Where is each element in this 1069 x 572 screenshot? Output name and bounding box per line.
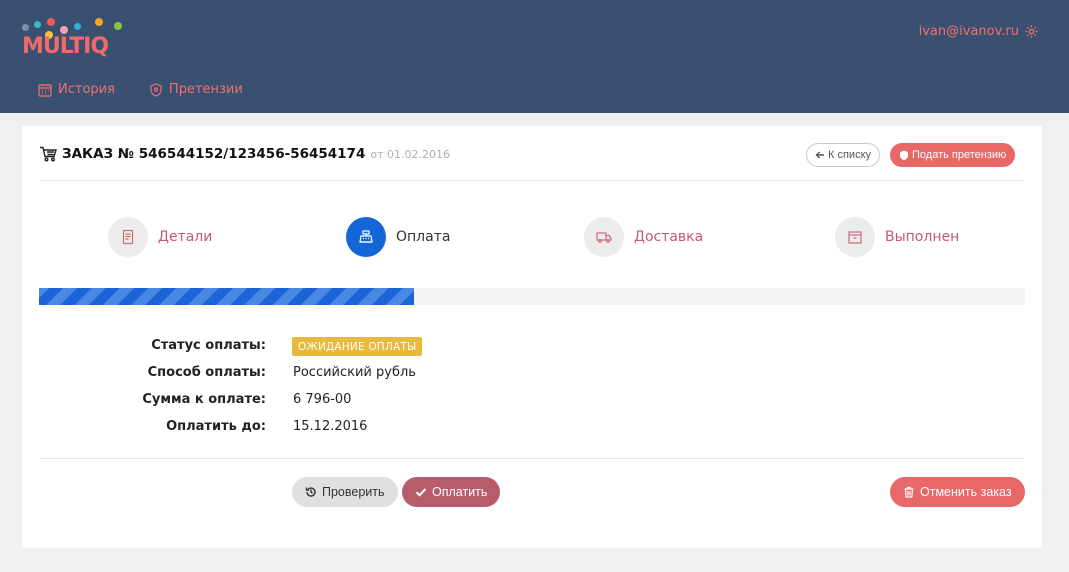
cancel-button-label: Отменить заказ xyxy=(920,485,1012,499)
order-header: ЗАКАЗ № 546544152/123456-56454174 от 01.… xyxy=(39,146,450,162)
progress-fill xyxy=(39,288,414,305)
payment-amount-row: Сумма к оплате: 6 796-00 xyxy=(22,392,1042,412)
payment-status-row: Статус оплаты: ОЖИДАНИЕ ОПЛАТЫ xyxy=(22,337,1042,358)
document-icon xyxy=(122,229,134,245)
nav-item-label: Претензии xyxy=(168,82,243,97)
step-delivery[interactable]: Доставка xyxy=(584,217,703,257)
payment-amount-value: 6 796-00 xyxy=(293,392,352,407)
payment-due-value: 15.12.2016 xyxy=(293,419,368,434)
user-email[interactable]: ivan@ivanov.ru xyxy=(919,24,1019,39)
user-menu[interactable]: ivan@ivanov.ru xyxy=(919,24,1039,39)
payment-amount-label: Сумма к оплате: xyxy=(142,392,266,407)
status-badge: ОЖИДАНИЕ ОПЛАТЫ xyxy=(292,337,423,356)
cart-icon xyxy=(40,146,57,162)
order-card: ЗАКАЗ № 546544152/123456-56454174 от 01.… xyxy=(22,126,1042,548)
order-progress-bar xyxy=(39,288,1025,305)
step-completed[interactable]: Выполнен xyxy=(835,217,959,257)
box-icon xyxy=(848,231,862,244)
step-circle xyxy=(346,217,386,257)
step-circle xyxy=(835,217,875,257)
payment-method-value: Российский рубль xyxy=(293,365,416,380)
step-payment[interactable]: Оплата xyxy=(346,217,450,257)
payment-method-label: Способ оплаты: xyxy=(147,365,266,380)
nav-item-label: История xyxy=(58,82,115,97)
step-details[interactable]: Детали xyxy=(108,217,212,257)
calendar-icon xyxy=(38,83,52,97)
cancel-order-button[interactable]: Отменить заказ xyxy=(890,477,1025,507)
back-button-label: К списку xyxy=(828,149,872,161)
gear-icon[interactable] xyxy=(1024,24,1039,39)
pay-button[interactable]: Оплатить xyxy=(402,477,501,507)
truck-icon xyxy=(596,232,612,243)
pay-button-label: Оплатить xyxy=(432,485,488,499)
shield-icon xyxy=(150,82,162,97)
app-header: MULTIQ ivan@ivanov.ru История Претензии xyxy=(0,0,1069,113)
logo-text: MULTIQ xyxy=(22,34,109,59)
payment-due-row: Оплатить до: 15.12.2016 xyxy=(22,419,1042,439)
brand-logo[interactable]: MULTIQ xyxy=(20,18,130,66)
history-icon xyxy=(305,487,316,497)
step-label: Оплата xyxy=(396,229,451,245)
trash-icon xyxy=(904,486,914,498)
payment-status-label: Статус оплаты: xyxy=(151,338,266,353)
check-button-label: Проверить xyxy=(322,485,385,499)
main-nav: История Претензии xyxy=(38,82,243,97)
checkmark-icon xyxy=(415,488,427,497)
step-label: Доставка xyxy=(634,229,704,245)
submit-claim-button[interactable]: Подать претензию xyxy=(890,143,1016,167)
nav-item-claims[interactable]: Претензии xyxy=(149,82,243,97)
order-date: от 01.02.2016 xyxy=(370,148,450,161)
order-title: ЗАКАЗ № 546544152/123456-56454174 xyxy=(62,146,366,162)
step-circle xyxy=(584,217,624,257)
nav-item-history[interactable]: История xyxy=(38,82,115,97)
claim-button-label: Подать претензию xyxy=(912,149,1007,161)
payment-method-row: Способ оплаты: Российский рубль xyxy=(22,365,1042,385)
back-to-list-button[interactable]: К списку xyxy=(806,143,881,167)
step-circle xyxy=(108,217,148,257)
actions-divider xyxy=(39,458,1025,459)
cash-register-icon xyxy=(359,230,373,243)
header-divider xyxy=(39,180,1025,181)
payment-due-label: Оплатить до: xyxy=(166,419,266,434)
check-payment-button[interactable]: Проверить xyxy=(292,477,398,507)
step-label: Выполнен xyxy=(885,229,960,245)
shield-icon xyxy=(900,150,908,160)
step-label: Детали xyxy=(158,229,213,245)
arrow-left-icon xyxy=(815,151,824,159)
